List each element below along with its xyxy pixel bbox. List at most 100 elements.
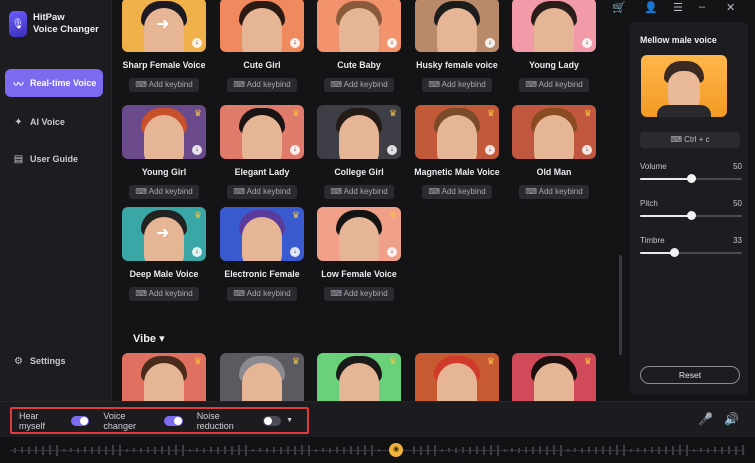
voice-card-label: Magnetic Male Voice <box>414 167 500 177</box>
add-keybind-button[interactable]: ⌨ Add keybind <box>129 78 199 92</box>
microphone-icon[interactable]: 🎤 <box>698 412 713 426</box>
add-keybind-button[interactable]: ⌨ Add keybind <box>519 185 589 199</box>
audio-controls: Hear myself Voice changer Noise reductio… <box>10 407 309 434</box>
voice-thumbnail[interactable]: ↓ <box>512 0 596 52</box>
voice-thumbnail[interactable]: ♛ ↓ <box>415 105 499 159</box>
voice-card[interactable]: ♛ ↓ Magnetic Male Voice ⌨ Add keybind <box>414 105 500 199</box>
add-keybind-button[interactable]: ⌨ Add keybind <box>422 185 492 199</box>
vibe-card[interactable]: ♛ <box>414 353 500 401</box>
user-icon[interactable]: 👤 <box>644 1 658 14</box>
voice-card[interactable]: ♛ ↓ Old Man ⌨ Add keybind <box>511 105 597 199</box>
noise-reduction-toggle[interactable] <box>262 415 282 426</box>
sidebar-item-real-time-voice[interactable]: 〰 Real-time Voice <box>5 69 103 97</box>
voice-thumbnail[interactable]: ♛ <box>512 353 596 401</box>
slider-label: Volume <box>640 162 667 171</box>
download-icon[interactable]: ↓ <box>192 38 202 48</box>
sidebar-item-settings[interactable]: ⚙ Settings <box>5 347 103 375</box>
download-icon[interactable]: ↓ <box>192 145 202 155</box>
voice-changer-toggle[interactable] <box>164 415 183 426</box>
sidebar: 🎙 HitPaw Voice Changer 〰 Real-time Voice… <box>0 0 112 401</box>
add-keybind-button[interactable]: ⌨ Add keybind <box>227 78 297 92</box>
voice-thumbnail[interactable]: ➜ ♛ ↓ <box>122 207 206 261</box>
voice-thumbnail[interactable]: ↓ <box>317 0 401 52</box>
sidebar-item-user-guide[interactable]: ▤ User Guide <box>5 145 103 173</box>
download-icon[interactable]: ↓ <box>485 38 495 48</box>
voice-thumbnail[interactable]: ♛ <box>317 353 401 401</box>
download-icon[interactable]: ↓ <box>290 145 300 155</box>
keyboard-icon: ⌨ <box>330 80 344 89</box>
chevron-down-icon[interactable]: ▼ <box>286 417 293 424</box>
slider-knob[interactable] <box>669 248 679 257</box>
add-keybind-button[interactable]: ⌨ Add keybind <box>129 287 199 301</box>
sidebar-item-label: User Guide <box>30 154 79 164</box>
voice-thumbnail[interactable]: ♛ ↓ <box>317 207 401 261</box>
voice-card[interactable]: ↓ Husky female voice ⌨ Add keybind <box>414 0 500 92</box>
slider-track[interactable] <box>640 248 742 257</box>
voice-thumbnail[interactable]: ➜ ↓ <box>122 0 206 52</box>
download-icon[interactable]: ↓ <box>192 247 202 257</box>
slider-knob[interactable] <box>687 211 696 220</box>
app-name-line2: Voice Changer <box>33 24 99 35</box>
voice-thumbnail[interactable]: ♛ <box>122 353 206 401</box>
add-keybind-button[interactable]: ⌨ Add keybind <box>422 78 492 92</box>
voice-thumbnail[interactable]: ↓ <box>220 0 304 52</box>
voice-card[interactable]: ♛ ↓ College Girl ⌨ Add keybind <box>316 105 402 199</box>
close-icon[interactable]: ✕ <box>726 1 735 14</box>
voice-card[interactable]: ♛ ↓ Low Female Voice ⌨ Add keybind <box>316 207 402 301</box>
voice-thumbnail[interactable]: ♛ ↓ <box>317 105 401 159</box>
noise-reduction-control: Noise reduction ▼ <box>197 411 293 431</box>
voice-card-label: Cute Girl <box>243 60 281 70</box>
voice-card[interactable]: ↓ Young Lady ⌨ Add keybind <box>511 0 597 92</box>
add-keybind-button[interactable]: ⌨ Add keybind <box>227 287 297 301</box>
voice-card[interactable]: ♛ ↓ Elegant Lady ⌨ Add keybind <box>219 105 305 199</box>
slider-knob[interactable] <box>687 174 696 183</box>
menu-icon[interactable]: ☰ <box>673 1 683 14</box>
vibe-card[interactable]: ♛ <box>219 353 305 401</box>
section-title-vibe[interactable]: Vibe ▾ <box>133 332 165 345</box>
voice-card[interactable]: ♛ ↓ Young Girl ⌨ Add keybind <box>121 105 207 199</box>
download-icon[interactable]: ↓ <box>582 145 592 155</box>
add-keybind-button[interactable]: ⌨ Add keybind <box>324 185 394 199</box>
voice-card[interactable]: ↓ Cute Girl ⌨ Add keybind <box>219 0 305 92</box>
vibe-card[interactable]: ♛ <box>121 353 207 401</box>
reset-button[interactable]: Reset <box>640 366 740 384</box>
download-icon[interactable]: ↓ <box>290 247 300 257</box>
download-icon[interactable]: ↓ <box>582 38 592 48</box>
book-icon: ▤ <box>13 153 24 165</box>
download-icon[interactable]: ↓ <box>387 38 397 48</box>
add-keybind-button[interactable]: ⌨ Add keybind <box>227 185 297 199</box>
voice-thumbnail[interactable]: ♛ ↓ <box>512 105 596 159</box>
voice-thumbnail[interactable]: ♛ ↓ <box>122 105 206 159</box>
voice-card[interactable]: ♛ ↓ Electronic Female ⌨ Add keybind <box>219 207 305 301</box>
add-keybind-button[interactable]: ⌨ Add keybind <box>324 78 394 92</box>
voice-card[interactable]: ↓ Cute Baby ⌨ Add keybind <box>316 0 402 92</box>
voice-thumbnail[interactable]: ♛ <box>220 353 304 401</box>
add-keybind-button[interactable]: ⌨ Add keybind <box>324 287 394 301</box>
voice-thumbnail[interactable]: ♛ ↓ <box>220 207 304 261</box>
slider-track[interactable] <box>640 174 742 183</box>
voice-card[interactable]: ➜ ♛ ↓ Deep Male Voice ⌨ Add keybind <box>121 207 207 301</box>
voice-thumbnail[interactable]: ♛ <box>415 353 499 401</box>
download-icon[interactable]: ↓ <box>290 38 300 48</box>
voice-card-label: Electronic Female <box>224 269 300 279</box>
sidebar-item-ai-voice[interactable]: ✦ AI Voice <box>5 108 103 136</box>
voice-thumbnail[interactable]: ↓ <box>415 0 499 52</box>
hear-myself-toggle[interactable] <box>70 415 90 426</box>
vibe-card[interactable]: ♛ <box>316 353 402 401</box>
download-icon[interactable]: ↓ <box>387 145 397 155</box>
voice-card[interactable]: ➜ ↓ Sharp Female Voice ⌨ Add keybind <box>121 0 207 92</box>
speaker-icon[interactable]: 🔊 <box>724 412 739 426</box>
voice-thumbnail[interactable]: ♛ ↓ <box>220 105 304 159</box>
download-icon[interactable]: ↓ <box>485 145 495 155</box>
slider-track[interactable] <box>640 211 742 220</box>
add-keybind-button[interactable]: ⌨ Add keybind <box>129 185 199 199</box>
vibe-card[interactable]: ♛ <box>511 353 597 401</box>
keyboard-icon: ⌨ <box>330 187 344 196</box>
minimize-icon[interactable]: – <box>699 1 705 13</box>
add-keybind-button[interactable]: ⌨ Add keybind <box>519 78 589 92</box>
crown-icon: ♛ <box>291 210 300 220</box>
crown-icon: ♛ <box>388 210 397 220</box>
shortcut-keybind[interactable]: ⌨ Ctrl + c <box>640 132 740 148</box>
download-icon[interactable]: ↓ <box>387 247 397 257</box>
grid-scrollbar[interactable] <box>619 255 622 355</box>
